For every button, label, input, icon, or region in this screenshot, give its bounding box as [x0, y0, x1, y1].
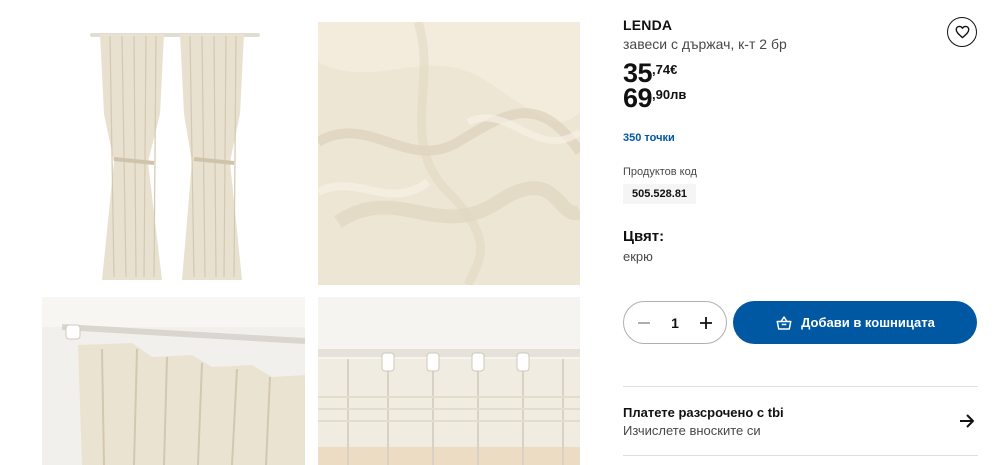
favorite-button[interactable]: [947, 17, 977, 47]
decrease-quantity-button[interactable]: [634, 313, 654, 333]
plus-icon: [699, 316, 712, 329]
curtain-rail-illustration: [42, 297, 305, 465]
increase-quantity-button[interactable]: [696, 313, 716, 333]
color-label: Цвят:: [623, 228, 665, 245]
price-eur-decimal: ,74€: [652, 62, 678, 77]
quantity-value[interactable]: 1: [671, 315, 679, 331]
curtain-hooks-illustration: [318, 297, 580, 465]
minus-icon: [638, 321, 650, 324]
heart-icon: [955, 25, 969, 39]
product-image-fabric-closeup[interactable]: [318, 22, 580, 285]
installment-title: Платете разсрочено с tbi: [623, 405, 784, 420]
price-bgn-integer: 69: [623, 83, 653, 113]
curtains-pair-illustration: [42, 22, 305, 285]
divider: [623, 455, 978, 456]
price-bgn: 69 ,90лв: [623, 85, 686, 112]
product-image-hooks-detail[interactable]: [318, 297, 580, 465]
price-bgn-decimal: ,90лв: [652, 87, 687, 102]
installment-link[interactable]: Платете разсрочено с tbi Изчислете вноск…: [623, 387, 978, 455]
fabric-texture-illustration: [318, 22, 580, 285]
color-value: екрю: [623, 249, 653, 264]
product-code-badge: 505.528.81: [623, 184, 697, 204]
quantity-stepper: 1: [623, 301, 727, 344]
product-code-label: Продуктов код: [623, 166, 697, 178]
add-to-cart-label: Добави в кошницата: [801, 315, 935, 330]
arrow-right-icon: [960, 414, 974, 428]
loyalty-points: 350 точки: [623, 132, 675, 144]
product-gallery: [0, 0, 600, 465]
shopping-bag-icon: [776, 315, 792, 330]
product-description: завеси с държач, к-т 2 бр: [623, 36, 787, 52]
add-to-cart-button[interactable]: Добави в кошницата: [733, 301, 977, 344]
product-image-curtains-pair[interactable]: [42, 22, 305, 285]
product-name: LENDA: [623, 17, 673, 33]
installment-subtitle: Изчислете вноските си: [623, 423, 761, 438]
product-image-rail-detail[interactable]: [42, 297, 305, 465]
